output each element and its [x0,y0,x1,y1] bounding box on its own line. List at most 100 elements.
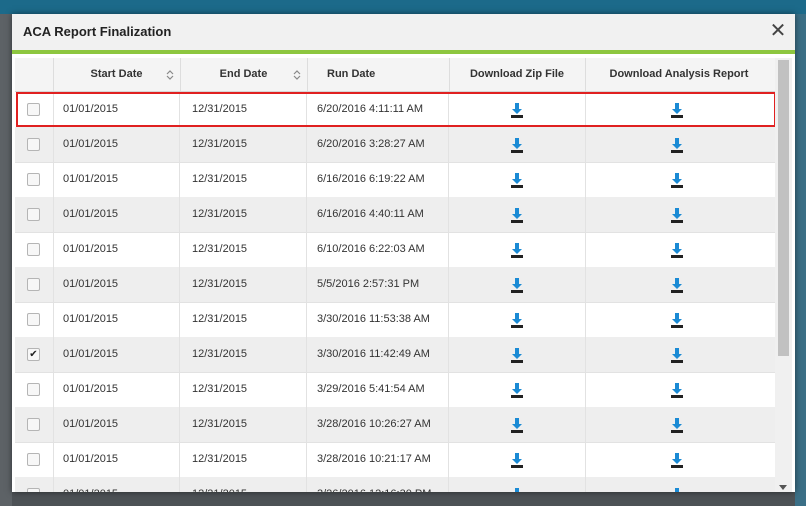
download-analysis-cell [585,442,775,477]
download-zip-icon[interactable] [510,382,524,398]
run-date-value: 6/10/2016 6:22:03 AM [317,243,425,255]
download-analysis-cell [585,162,775,197]
download-zip-cell [449,92,586,127]
end-date-cell: 12/31/2015 [180,92,307,127]
download-analysis-icon[interactable] [670,242,684,258]
start-date-cell: 01/01/2015 [53,407,180,442]
download-analysis-icon[interactable] [670,487,684,492]
end-date-value: 12/31/2015 [192,418,248,430]
download-zip-icon[interactable] [510,102,524,118]
download-zip-icon[interactable] [510,347,524,363]
header-start-date-label: Start Date [90,68,143,80]
download-zip-icon[interactable] [510,207,524,223]
run-date-cell: 6/10/2016 6:22:03 AM [307,232,449,267]
select-cell [15,232,54,267]
select-cell [15,407,54,442]
select-cell [15,197,54,232]
start-date-value: 01/01/2015 [63,348,119,360]
row-checkbox[interactable] [27,383,40,396]
run-date-value: 3/30/2016 11:53:38 AM [317,313,430,325]
row-checkbox[interactable] [27,278,40,291]
download-zip-cell [449,267,586,302]
download-analysis-cell [585,232,775,267]
select-cell [15,267,54,302]
run-date-value: 3/28/2016 10:21:17 AM [317,453,431,465]
dialog-title: ACA Report Finalization [23,24,172,39]
header-download-analysis-label: Download Analysis Report [609,68,749,80]
table-row: 01/01/2015 12/31/2015 5/5/2016 2:57:31 P… [15,267,775,303]
end-date-value: 12/31/2015 [192,208,248,220]
end-date-cell: 12/31/2015 [180,337,307,372]
run-date-cell: 6/20/2016 4:11:11 AM [307,92,449,127]
grid-header: Start Date End Date Run Date Download Zi… [15,58,775,92]
download-analysis-icon[interactable] [670,452,684,468]
download-analysis-icon[interactable] [670,102,684,118]
row-checkbox[interactable] [27,488,40,492]
start-date-value: 01/01/2015 [63,313,119,325]
download-analysis-icon[interactable] [670,417,684,433]
run-date-value: 3/29/2016 5:41:54 AM [317,383,425,395]
row-checkbox[interactable] [27,418,40,431]
download-zip-icon[interactable] [510,312,524,328]
run-date-value: 3/30/2016 11:42:49 AM [317,348,430,360]
start-date-cell: 01/01/2015 [53,127,180,162]
download-analysis-icon[interactable] [670,277,684,293]
download-analysis-icon[interactable] [670,347,684,363]
start-date-value: 01/01/2015 [63,383,119,395]
header-run-date[interactable]: Run Date [307,58,450,91]
scroll-down-icon[interactable] [779,485,787,490]
header-start-date[interactable]: Start Date [53,58,181,91]
row-checkbox[interactable] [27,208,40,221]
end-date-cell: 12/31/2015 [180,477,307,492]
row-checkbox[interactable] [27,138,40,151]
end-date-cell: 12/31/2015 [180,232,307,267]
start-date-value: 01/01/2015 [63,278,119,290]
download-zip-icon[interactable] [510,452,524,468]
sort-icon[interactable] [166,69,174,81]
download-zip-cell [449,162,586,197]
start-date-cell: 01/01/2015 [53,92,180,127]
row-checkbox[interactable] [27,173,40,186]
select-cell [15,302,54,337]
select-cell [15,372,54,407]
end-date-value: 12/31/2015 [192,383,248,395]
close-button[interactable]: ✕ [767,20,789,42]
end-date-value: 12/31/2015 [192,278,248,290]
download-zip-cell [449,442,586,477]
download-zip-icon[interactable] [510,242,524,258]
run-date-value: 3/28/2016 10:26:27 AM [317,418,431,430]
row-checkbox[interactable] [27,103,40,116]
sort-icon[interactable] [293,69,301,81]
download-analysis-icon[interactable] [670,382,684,398]
start-date-value: 01/01/2015 [63,243,119,255]
row-checkbox[interactable] [27,313,40,326]
download-zip-icon[interactable] [510,137,524,153]
start-date-cell: 01/01/2015 [53,302,180,337]
download-analysis-icon[interactable] [670,312,684,328]
scrollbar-thumb[interactable] [778,60,789,356]
end-date-cell: 12/31/2015 [180,162,307,197]
download-analysis-icon[interactable] [670,207,684,223]
end-date-cell: 12/31/2015 [180,407,307,442]
download-zip-cell [449,127,586,162]
row-checkbox[interactable]: ✔ [27,348,40,361]
download-zip-icon[interactable] [510,487,524,492]
table-row: 01/01/2015 12/31/2015 6/10/2016 6:22:03 … [15,232,775,268]
table-row: ✔ 01/01/2015 12/31/2015 3/30/2016 11:42:… [15,337,775,373]
run-date-value: 5/5/2016 2:57:31 PM [317,278,420,290]
download-zip-icon[interactable] [510,277,524,293]
start-date-value: 01/01/2015 [63,103,119,115]
download-analysis-icon[interactable] [670,137,684,153]
table-row: 01/01/2015 12/31/2015 3/26/2016 12:16:30… [15,477,775,492]
select-cell [15,92,54,127]
vertical-scrollbar[interactable] [775,58,792,492]
header-end-date[interactable]: End Date [180,58,308,91]
download-zip-icon[interactable] [510,417,524,433]
row-checkbox[interactable] [27,243,40,256]
dialog-header: ACA Report Finalization ✕ [12,14,795,54]
download-analysis-icon[interactable] [670,172,684,188]
download-zip-icon[interactable] [510,172,524,188]
run-date-value: 6/20/2016 3:28:27 AM [317,138,425,150]
row-checkbox[interactable] [27,453,40,466]
download-zip-cell [449,477,586,492]
